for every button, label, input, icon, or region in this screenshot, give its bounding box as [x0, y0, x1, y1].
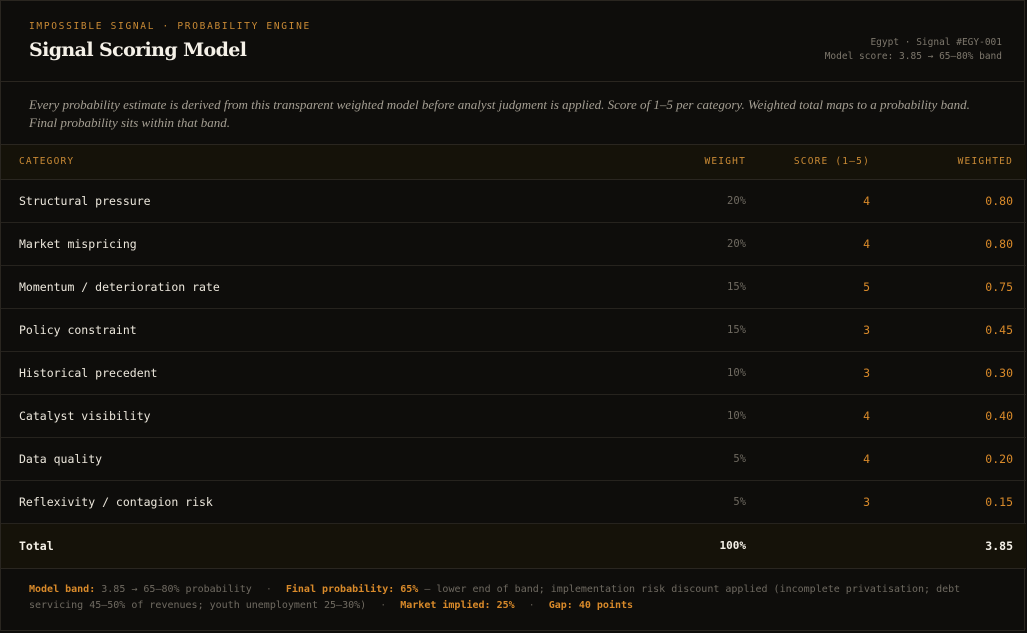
- score-cell: 4: [746, 222, 870, 266]
- page-title: Signal Scoring Model: [29, 39, 247, 61]
- score-cell: 3: [746, 308, 870, 352]
- category-cell: Data quality: [1, 437, 601, 481]
- weight-cell: 10%: [601, 351, 746, 395]
- table-row: Momentum / deterioration rate 15% 5 0.75: [1, 265, 1026, 309]
- weight-cell: 20%: [601, 222, 746, 266]
- weight-cell: 15%: [601, 308, 746, 352]
- final-probability-label: Final probability: 65%: [285, 583, 419, 595]
- column-header-weighted: WEIGHTED: [870, 145, 1026, 180]
- score-cell: 4: [746, 437, 870, 481]
- signal-id: Egypt · Signal #EGY-001: [870, 37, 1002, 48]
- weighted-cell: 0.80: [870, 222, 1026, 266]
- table-row: Catalyst visibility 10% 4 0.40: [1, 394, 1026, 438]
- category-cell: Structural pressure: [1, 179, 601, 223]
- kicker-label: IMPOSSIBLE SIGNAL · PROBABILITY ENGINE: [29, 21, 311, 32]
- column-header-category: CATEGORY: [1, 145, 601, 180]
- weight-cell: 5%: [601, 437, 746, 481]
- table-row: Structural pressure 20% 4 0.80: [1, 179, 1026, 223]
- weighted-cell: 0.75: [870, 265, 1026, 309]
- table-row: Policy constraint 15% 3 0.45: [1, 308, 1026, 352]
- weighted-cell: 0.15: [870, 480, 1026, 524]
- table-row: Market mispricing 20% 4 0.80: [1, 222, 1026, 266]
- table-row: Data quality 5% 4 0.20: [1, 437, 1026, 481]
- model-score-summary: Model score: 3.85 → 65–80% band: [824, 51, 1002, 62]
- weighted-cell: 0.40: [870, 394, 1026, 438]
- total-weighted: 3.85: [870, 523, 1026, 569]
- category-cell: Market mispricing: [1, 222, 601, 266]
- weighted-cell: 0.20: [870, 437, 1026, 481]
- total-label: Total: [1, 523, 601, 569]
- weight-cell: 5%: [601, 480, 746, 524]
- category-cell: Momentum / deterioration rate: [1, 265, 601, 309]
- weight-cell: 20%: [601, 179, 746, 223]
- model-summary-footer: Model band: 3.85 → 65–80% probability · …: [1, 569, 1024, 614]
- weighted-cell: 0.45: [870, 308, 1026, 352]
- column-header-weight: WEIGHT: [601, 145, 746, 180]
- weighted-cell: 0.30: [870, 351, 1026, 395]
- score-cell: 3: [746, 480, 870, 524]
- signal-meta: Egypt · Signal #EGY-001 Model score: 3.8…: [825, 36, 1002, 64]
- table-row: Historical precedent 10% 3 0.30: [1, 351, 1026, 395]
- score-cell: 4: [746, 179, 870, 223]
- total-weight: 100%: [601, 523, 746, 569]
- market-implied-label: Market implied: 25%: [400, 599, 515, 611]
- total-row: Total 100% 3.85: [1, 523, 1026, 569]
- category-cell: Reflexivity / contagion risk: [1, 480, 601, 524]
- gap-label: Gap: 40 points: [548, 599, 634, 611]
- total-score: [746, 523, 870, 569]
- model-band-label: Model band:: [29, 583, 96, 595]
- panel-header: IMPOSSIBLE SIGNAL · PROBABILITY ENGINE S…: [1, 1, 1024, 82]
- scoring-table: CATEGORY WEIGHT SCORE (1–5) WEIGHTED Str…: [1, 145, 1026, 569]
- score-cell: 3: [746, 351, 870, 395]
- weight-cell: 10%: [601, 394, 746, 438]
- column-header-score: SCORE (1–5): [746, 145, 870, 180]
- model-description: Every probability estimate is derived fr…: [1, 82, 1024, 145]
- category-cell: Historical precedent: [1, 351, 601, 395]
- score-cell: 4: [746, 394, 870, 438]
- separator: ·: [528, 599, 535, 611]
- separator: ·: [380, 599, 387, 611]
- weight-cell: 15%: [601, 265, 746, 309]
- category-cell: Catalyst visibility: [1, 394, 601, 438]
- table-header-row: CATEGORY WEIGHT SCORE (1–5) WEIGHTED: [1, 145, 1026, 180]
- category-cell: Policy constraint: [1, 308, 601, 352]
- separator: ·: [265, 583, 272, 595]
- weighted-cell: 0.80: [870, 179, 1026, 223]
- scoring-model-panel: IMPOSSIBLE SIGNAL · PROBABILITY ENGINE S…: [0, 0, 1026, 631]
- model-band-value: 3.85 → 65–80% probability: [101, 583, 252, 595]
- table-row: Reflexivity / contagion risk 5% 3 0.15: [1, 480, 1026, 524]
- score-cell: 5: [746, 265, 870, 309]
